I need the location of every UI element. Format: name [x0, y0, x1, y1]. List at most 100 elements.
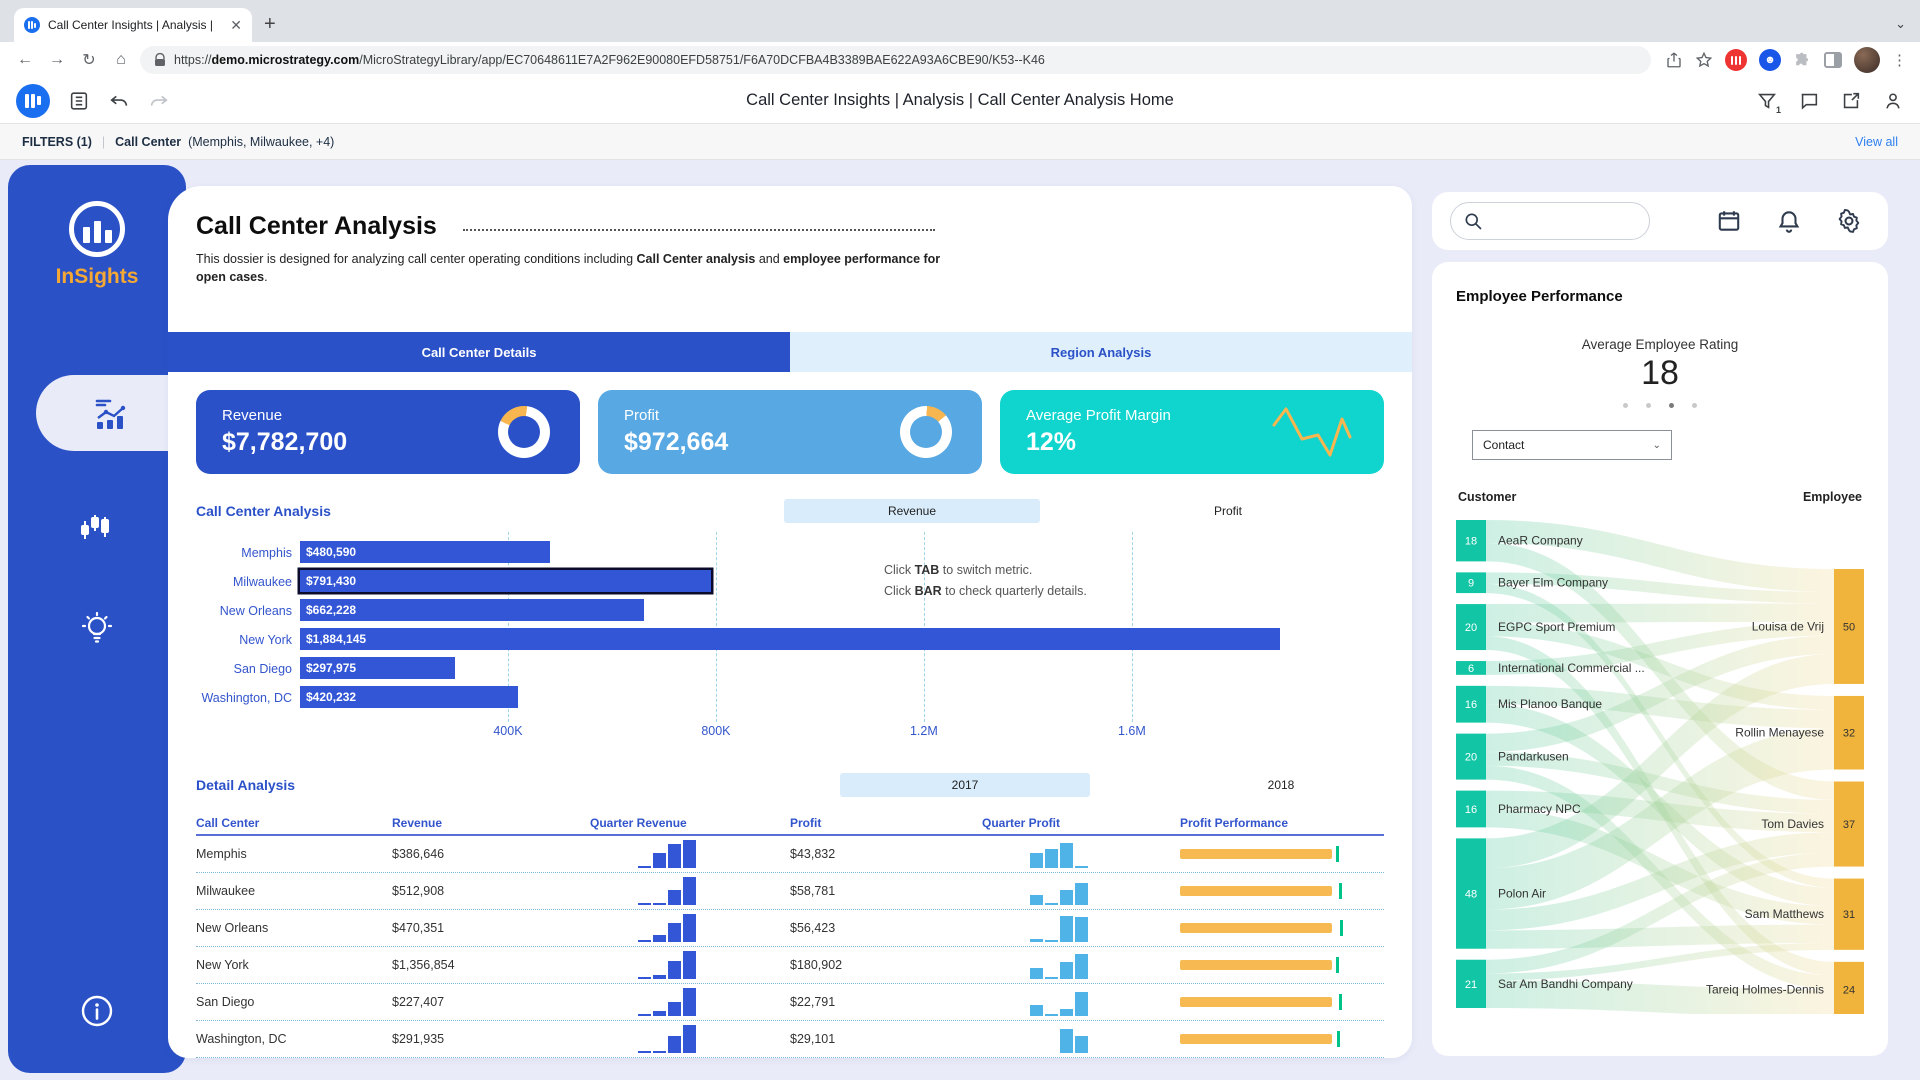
table-row[interactable]: Milwaukee $512,908 $58,781 [196, 873, 1384, 910]
year-2018[interactable]: 2018 [1206, 778, 1356, 792]
table-row[interactable]: Washington, DC $291,935 $29,101 [196, 1021, 1384, 1058]
year-2017-selected[interactable]: 2017 [840, 773, 1090, 797]
detail-table-header: Call Center Revenue Quarter Revenue Prof… [196, 812, 1384, 836]
profit-performance-bullet [1180, 1030, 1342, 1048]
quarter-revenue-sparkbars [638, 914, 702, 942]
view-all-link[interactable]: View all [1855, 135, 1898, 149]
tab-region-analysis[interactable]: Region Analysis [790, 332, 1412, 372]
filter-icon[interactable]: 1 [1756, 90, 1778, 112]
search-input[interactable] [1491, 214, 1621, 229]
browser-tab[interactable]: Call Center Insights | Analysis | ✕ [14, 8, 252, 42]
col-quarter-revenue[interactable]: Quarter Revenue [590, 816, 790, 830]
profile-avatar[interactable] [1854, 47, 1880, 73]
tab-close-icon[interactable]: ✕ [230, 17, 242, 34]
col-call-center[interactable]: Call Center [196, 816, 392, 830]
axis-tick-label: 400K [493, 724, 522, 738]
back-icon[interactable]: ← [12, 51, 38, 69]
customer-node-label: EGPC Sport Premium [1498, 620, 1615, 634]
attribute-selector[interactable]: Contact ⌄ [1472, 430, 1672, 460]
filter-chip[interactable]: Call Center (Memphis, Milwaukee, +4) [115, 135, 334, 149]
profit-performance-bullet [1180, 882, 1342, 900]
revenue-bar[interactable]: $662,228 [300, 599, 644, 621]
extension-red-icon[interactable] [1725, 49, 1747, 71]
employee-node-value: 31 [1843, 909, 1855, 921]
table-row[interactable]: San Diego $227,407 $22,791 [196, 984, 1384, 1021]
microstrategy-logo-icon[interactable] [16, 84, 50, 118]
settings-gear-icon[interactable] [1836, 208, 1862, 234]
kpi-profit[interactable]: Profit $972,664 [598, 390, 982, 474]
tab-search-chevron-icon[interactable]: ⌄ [1895, 16, 1906, 32]
browser-url-bar: ← → ↻ ⌂ https://demo.microstrategy.com/M… [0, 42, 1920, 78]
chart-analysis-icon [89, 391, 133, 435]
search-box[interactable] [1450, 202, 1650, 240]
account-icon[interactable] [1882, 90, 1904, 112]
revenue-bar[interactable]: $791,430 [300, 570, 711, 592]
title-dotted-rule [463, 229, 935, 231]
carousel-dots[interactable] [1456, 403, 1864, 408]
detail-title: Detail Analysis [196, 777, 295, 793]
customer-employee-sankey[interactable]: 18AeaR Company9Bayer Elm Company20EGPC S… [1456, 514, 1864, 1014]
revenue-bar[interactable]: $297,975 [300, 657, 455, 679]
page-title: Call Center Analysis [196, 212, 437, 241]
table-row[interactable]: New York $1,356,854 $180,902 [196, 947, 1384, 984]
employee-node-value: 37 [1843, 819, 1855, 831]
notifications-bell-icon[interactable] [1776, 208, 1802, 234]
undo-icon[interactable] [108, 90, 130, 112]
sidebar-info-button[interactable] [80, 994, 114, 1033]
table-row[interactable]: Memphis $386,646 $43,832 [196, 836, 1384, 873]
cell-call-center: Memphis [196, 847, 392, 861]
sidebar-item-ideas[interactable] [8, 607, 186, 651]
table-row[interactable]: New Orleans $470,351 $56,423 [196, 910, 1384, 947]
revenue-bar[interactable]: $480,590 [300, 541, 550, 563]
filter-count-badge: 1 [1776, 105, 1781, 115]
performance-target-tick [1339, 994, 1342, 1010]
sidebar-item-boxplot[interactable] [8, 507, 186, 551]
col-profit-performance[interactable]: Profit Performance [1180, 816, 1384, 830]
cell-profit: $180,902 [790, 958, 982, 972]
comments-icon[interactable] [1798, 90, 1820, 112]
extension-blue-icon[interactable]: ☻ [1759, 49, 1781, 71]
bar-city-label: New York [196, 633, 292, 647]
col-quarter-profit[interactable]: Quarter Profit [982, 816, 1180, 830]
share-icon[interactable] [1840, 90, 1862, 112]
performance-target-tick [1336, 846, 1339, 862]
home-icon[interactable]: ⌂ [108, 51, 134, 69]
new-tab-button[interactable]: + [264, 13, 276, 36]
forward-icon[interactable]: → [44, 51, 70, 69]
address-bar[interactable]: https://demo.microstrategy.com/MicroStra… [140, 46, 1651, 74]
cell-call-center: Washington, DC [196, 1032, 392, 1046]
kpi-profit-margin[interactable]: Average Profit Margin 12% [1000, 390, 1384, 474]
revenue-bar[interactable]: $420,232 [300, 686, 518, 708]
bar-row: San Diego $297,975 [300, 654, 1384, 683]
extensions-puzzle-icon[interactable] [1793, 51, 1812, 70]
metric-revenue-selected[interactable]: Revenue [784, 499, 1040, 523]
bar-row: Washington, DC $420,232 [300, 683, 1384, 712]
browser-menu-icon[interactable]: ⋮ [1892, 51, 1908, 69]
bar-row: New York $1,884,145 [300, 625, 1384, 654]
quarter-profit-sparkbars [1030, 1025, 1094, 1053]
side-panel-icon[interactable] [1824, 52, 1842, 68]
browser-tab-title: Call Center Insights | Analysis | [48, 18, 222, 32]
table-of-contents-icon[interactable] [68, 90, 90, 112]
redo-icon[interactable] [148, 90, 170, 112]
bookmark-star-icon[interactable] [1695, 51, 1713, 69]
dossier-tabs: Call Center Details Region Analysis [168, 332, 1412, 372]
revenue-bar[interactable]: $1,884,145 [300, 628, 1280, 650]
cell-revenue: $470,351 [392, 921, 590, 935]
reload-icon[interactable]: ↻ [76, 50, 102, 70]
calendar-icon[interactable] [1716, 208, 1742, 234]
col-profit[interactable]: Profit [790, 816, 982, 830]
metric-profit[interactable]: Profit [1148, 504, 1308, 518]
customer-node-label: AeaR Company [1498, 534, 1583, 548]
quarter-profit-sparkbars [1030, 877, 1094, 905]
quarter-revenue-sparkbars [638, 988, 702, 1016]
cell-revenue: $512,908 [392, 884, 590, 898]
kpi-revenue[interactable]: Revenue $7,782,700 [196, 390, 580, 474]
lock-icon [154, 53, 166, 67]
sidebar-item-analysis-active[interactable] [36, 375, 186, 451]
share-page-icon[interactable] [1665, 51, 1683, 69]
col-revenue[interactable]: Revenue [392, 816, 590, 830]
employee-performance-card: Employee Performance Average Employee Ra… [1432, 262, 1888, 1056]
tab-call-center-details[interactable]: Call Center Details [168, 332, 790, 372]
quarter-revenue-sparkbars [638, 1025, 702, 1053]
